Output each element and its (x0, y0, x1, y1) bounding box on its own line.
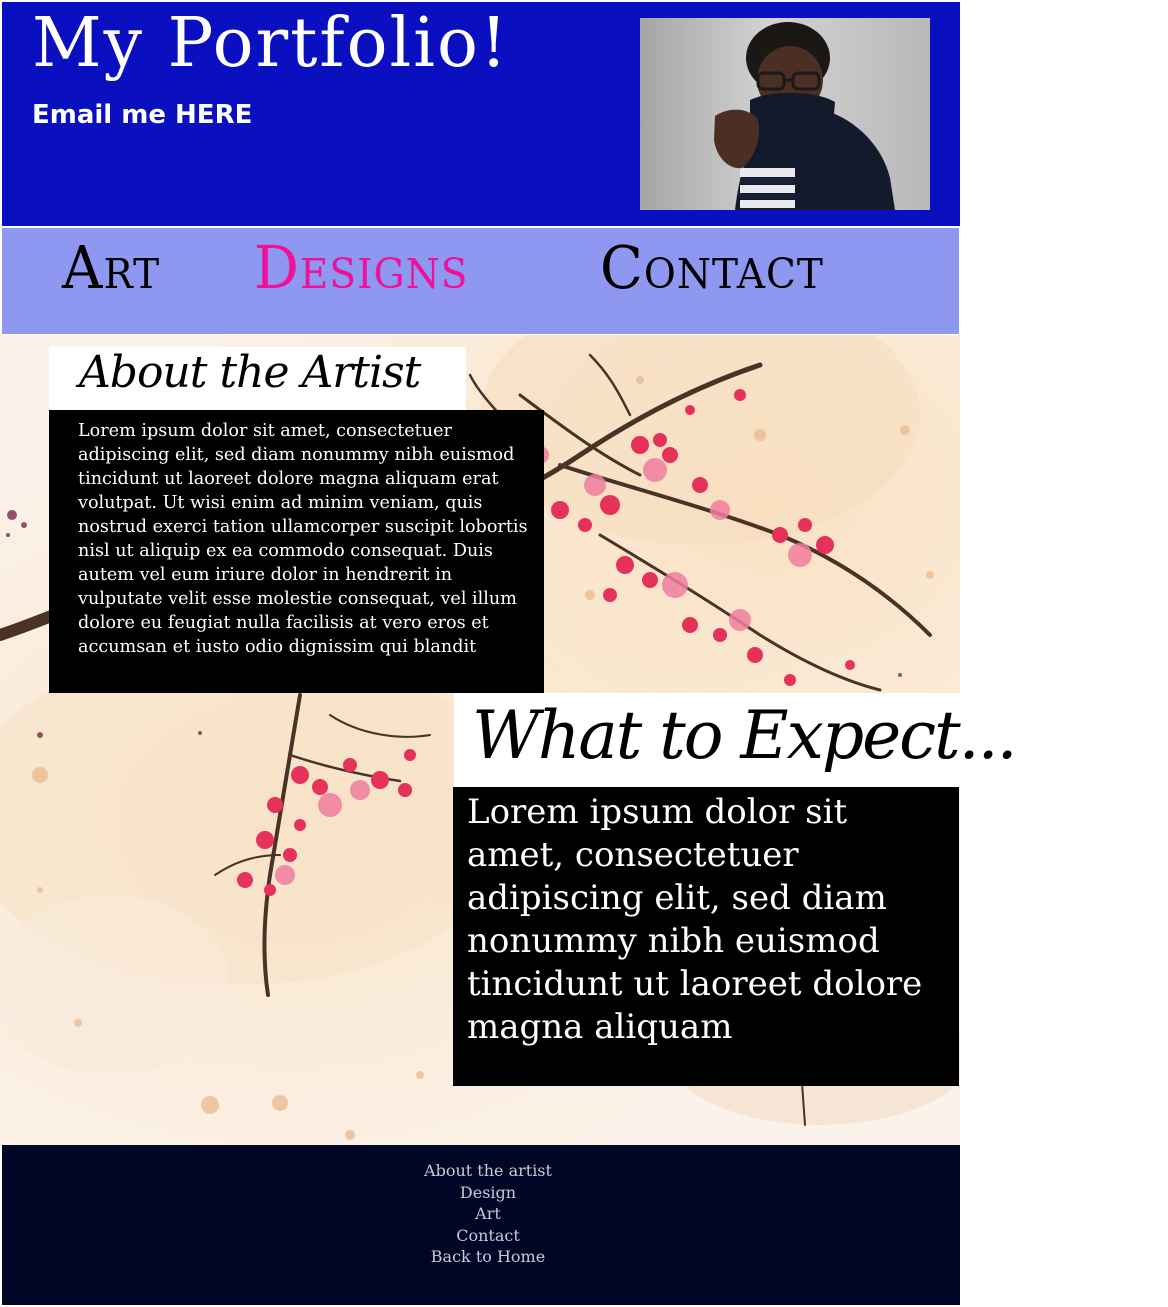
nav-item-contact[interactable]: Contact (600, 236, 824, 301)
site-title: My Portfolio! (32, 4, 510, 83)
about-panel: Lorem ipsum dolor sit amet, consectetuer… (49, 410, 544, 693)
portfolio-page: My Portfolio! Email me HERE Art Designs … (0, 0, 1018, 1307)
artist-portrait (640, 18, 930, 210)
nav-item-art[interactable]: Art (62, 236, 160, 301)
footer-link-about[interactable]: About the artist (424, 1161, 552, 1180)
footer-link-home[interactable]: Back to Home (431, 1247, 545, 1266)
portrait-image (640, 18, 930, 210)
site-header: My Portfolio! Email me HERE (2, 2, 960, 226)
expect-panel: Lorem ipsum dolor sit amet, consectetuer… (453, 787, 959, 1086)
main-nav: Art Designs Contact (2, 228, 959, 334)
footer-link-art[interactable]: Art (475, 1204, 501, 1223)
email-link[interactable]: Email me HERE (32, 100, 252, 130)
nav-item-designs[interactable]: Designs (254, 236, 469, 301)
expect-heading-box: What to Expect... (454, 693, 1018, 787)
about-heading-box: About the Artist (49, 347, 466, 411)
about-heading: About the Artist (79, 347, 421, 398)
expect-heading: What to Expect... (472, 697, 1018, 774)
site-footer: About the artist Design Art Contact Back… (2, 1145, 960, 1305)
footer-links: About the artist Design Art Contact Back… (2, 1160, 974, 1268)
footer-link-contact[interactable]: Contact (456, 1226, 520, 1245)
footer-link-design[interactable]: Design (460, 1183, 516, 1202)
about-body-text: Lorem ipsum dolor sit amet, consectetuer… (78, 421, 528, 657)
expect-body-text: Lorem ipsum dolor sit amet, consectetuer… (467, 792, 923, 1047)
